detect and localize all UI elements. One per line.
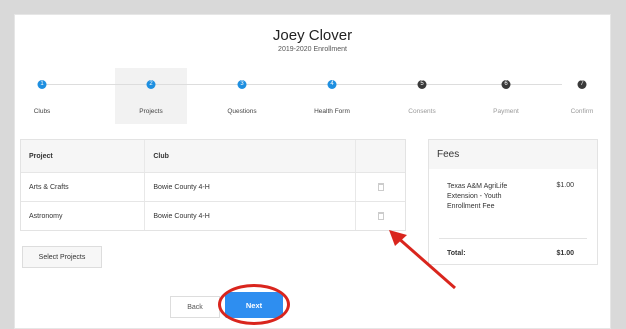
step-consents[interactable]: 5 Consents [386, 68, 458, 124]
fee-description: Texas A&M AgriLife Extension - Youth Enr… [447, 183, 508, 210]
projects-table: Project Club Arts & Crafts Bowie County … [20, 139, 406, 231]
step-number: 7 [577, 80, 587, 89]
step-number: 2 [146, 80, 156, 89]
member-name: Joey Clover [272, 27, 353, 44]
step-projects[interactable]: 2 Projects [115, 68, 187, 124]
project-cell: Arts & Crafts [29, 183, 69, 191]
step-label: Projects [139, 108, 163, 115]
step-number: 5 [417, 80, 427, 89]
steps-connector-line [42, 84, 562, 85]
project-cell: Astronomy [29, 212, 63, 220]
step-clubs[interactable]: 1 Clubs [6, 68, 78, 124]
table-row: Arts & Crafts Bowie County 4-H [21, 172, 405, 201]
delete-project-button[interactable] [355, 173, 405, 201]
step-health-form[interactable]: 4 Health Form [296, 68, 368, 124]
step-label: Payment [493, 108, 519, 115]
page-header: Joey Clover 2019-2020 Enrollment [15, 27, 610, 53]
progress-steps: 1 Clubs 2 Projects 3 Questions 4 Health … [14, 68, 594, 128]
column-header-club: Club [144, 140, 355, 172]
step-label: Health Form [314, 108, 350, 115]
club-cell: Bowie County 4-H [144, 202, 355, 230]
step-number: 4 [327, 80, 337, 89]
club-cell: Bowie County 4-H [144, 173, 355, 201]
step-confirm[interactable]: 7 Confirm [546, 68, 618, 124]
annotation-circle [218, 284, 290, 325]
table-row: Astronomy Bowie County 4-H [21, 201, 405, 230]
fee-amount: $1.00 [556, 182, 574, 189]
step-label: Confirm [570, 108, 594, 115]
step-number: 3 [237, 80, 247, 89]
back-button[interactable]: Back [170, 296, 220, 318]
delete-project-button[interactable] [355, 202, 405, 230]
column-header-actions [355, 140, 405, 172]
step-label: Consents [408, 108, 436, 115]
trash-icon [377, 212, 384, 220]
fees-divider [439, 238, 587, 239]
table-header-row: Project Club [21, 140, 405, 172]
fees-total: Total: $1.00 [447, 250, 592, 257]
step-number: 6 [501, 80, 511, 89]
step-payment[interactable]: 6 Payment [470, 68, 542, 124]
enrollment-year: 2019-2020 Enrollment [278, 46, 347, 53]
step-label: Clubs [33, 108, 51, 115]
step-number: 1 [37, 80, 47, 89]
annotation-arrow-icon [389, 230, 456, 290]
select-projects-button[interactable]: Select Projects [22, 246, 102, 268]
total-amount: $1.00 [556, 250, 574, 257]
column-header-project: Project [29, 152, 53, 160]
trash-icon [377, 183, 384, 191]
step-questions[interactable]: 3 Questions [206, 68, 278, 124]
fee-item: Texas A&M AgriLife Extension - Youth Enr… [447, 182, 592, 212]
step-label: Questions [227, 108, 257, 115]
fees-title: Fees [429, 140, 597, 169]
